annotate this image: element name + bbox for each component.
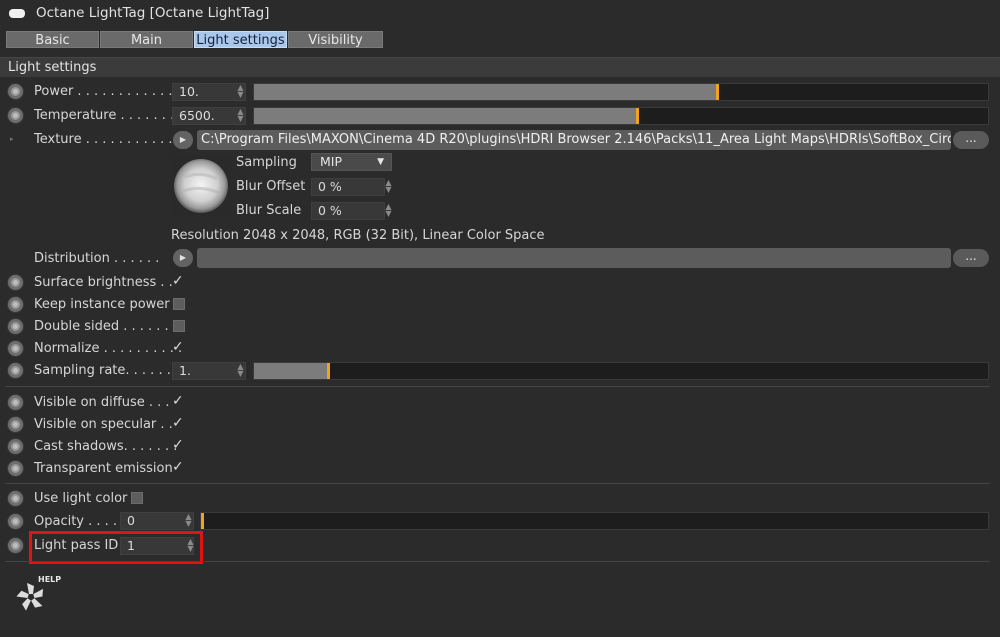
cast-shadows-label: Cast shadows. . . . . . . (34, 439, 178, 454)
texture-expand-icon[interactable]: ▸ (10, 135, 14, 143)
distribution-play-icon[interactable]: ▶ (173, 249, 193, 267)
sampling-dropdown[interactable]: MIP ▼ (311, 153, 392, 171)
power-slider-fill (254, 84, 716, 100)
texture-path-field[interactable]: C:\Program Files\MAXON\Cinema 4D R20\plu… (197, 130, 951, 150)
opacity-animate-toggle[interactable] (8, 514, 23, 529)
power-input[interactable]: 10. (172, 83, 246, 101)
temperature-slider[interactable] (253, 107, 989, 125)
sampling-rate-slider-fill (254, 363, 327, 379)
power-spinner-icon[interactable]: ▲ ▼ (236, 84, 245, 100)
light-tag-icon (9, 9, 25, 18)
use-light-color-checkbox[interactable] (131, 492, 143, 504)
opacity-input[interactable]: 0 (120, 512, 194, 530)
sampling-rate-value: 1. (179, 363, 191, 378)
sampling-rate-label: Sampling rate. . . . . . . (34, 363, 180, 378)
opacity-spinner-icon[interactable]: ▲ ▼ (184, 513, 193, 529)
distribution-browse-button[interactable]: ... (953, 249, 989, 267)
visible-on-specular-animate-toggle[interactable] (8, 417, 23, 432)
opacity-slider[interactable] (200, 512, 989, 530)
double-sided-checkbox[interactable] (173, 320, 185, 332)
blur-offset-value: 0 % (318, 179, 342, 194)
blur-scale-input[interactable]: 0 % (311, 202, 385, 220)
normalize-animate-toggle[interactable] (8, 341, 23, 356)
distribution-field[interactable] (197, 248, 951, 268)
transparent-emission-animate-toggle[interactable] (8, 461, 23, 476)
divider (5, 561, 990, 562)
surface-brightness-animate-toggle[interactable] (8, 275, 23, 290)
blur-offset-input[interactable]: 0 % (311, 178, 385, 196)
tab-light-settings[interactable]: Light settings (194, 31, 287, 48)
visible-on-diffuse-label: Visible on diffuse . . . (34, 395, 170, 410)
normalize-label: Normalize . . . . . . . . . . (34, 341, 183, 356)
tab-basic[interactable]: Basic (6, 31, 99, 48)
blur-scale-label: Blur Scale (236, 203, 302, 218)
keep-instance-power-label: Keep instance power (34, 297, 170, 312)
temperature-animate-toggle[interactable] (8, 108, 23, 123)
blur-offset-spinner-icon[interactable]: ▲ ▼ (384, 179, 393, 195)
use-light-color-label: Use light color (34, 491, 128, 506)
surface-brightness-label: Surface brightness . . (34, 275, 173, 290)
surface-brightness-checkbox[interactable]: ✓ (172, 273, 184, 289)
distribution-label: Distribution . . . . . . (34, 251, 160, 266)
chevron-down-icon: ▼ (377, 157, 384, 167)
keep-instance-power-checkbox[interactable] (173, 298, 185, 310)
octane-logo-icon[interactable] (14, 580, 48, 614)
visible-on-specular-checkbox[interactable]: ✓ (172, 415, 184, 431)
section-header (0, 57, 1000, 77)
sampling-rate-slider[interactable] (253, 362, 989, 380)
section-title: Light settings (8, 60, 97, 75)
blur-offset-label: Blur Offset (236, 179, 306, 194)
power-slider[interactable] (253, 83, 989, 101)
use-light-color-animate-toggle[interactable] (8, 491, 23, 506)
temperature-slider-marker[interactable] (636, 108, 639, 124)
visible-on-diffuse-animate-toggle[interactable] (8, 395, 23, 410)
temperature-label: Temperature . . . . . . . (34, 108, 175, 123)
highlight-annotation-box (29, 531, 203, 564)
opacity-label: Opacity . . . . (34, 514, 118, 529)
transparent-emission-label: Transparent emission (34, 461, 173, 476)
power-animate-toggle[interactable] (8, 84, 23, 99)
tab-visibility[interactable]: Visibility (288, 31, 383, 48)
temperature-spinner-icon[interactable]: ▲ ▼ (236, 108, 245, 124)
sampling-rate-animate-toggle[interactable] (8, 363, 23, 378)
sampling-rate-spinner-icon[interactable]: ▲ ▼ (236, 363, 245, 379)
temperature-slider-fill (254, 108, 636, 124)
power-label: Power . . . . . . . . . . . . (34, 84, 173, 99)
texture-preview-thumbnail (171, 155, 231, 215)
temperature-input[interactable]: 6500. (172, 107, 246, 125)
sampling-rate-input[interactable]: 1. (172, 362, 246, 380)
cast-shadows-checkbox[interactable]: ✓ (172, 437, 184, 453)
divider (5, 483, 990, 484)
normalize-checkbox[interactable]: ✓ (172, 339, 184, 355)
transparent-emission-checkbox[interactable]: ✓ (172, 459, 184, 475)
temperature-value: 6500. (179, 108, 215, 123)
double-sided-animate-toggle[interactable] (8, 319, 23, 334)
sampling-value: MIP (320, 154, 343, 169)
blur-scale-spinner-icon[interactable]: ▲ ▼ (384, 203, 393, 219)
sampling-label: Sampling (236, 155, 297, 170)
light-pass-id-animate-toggle[interactable] (8, 538, 23, 553)
power-value: 10. (179, 84, 199, 99)
texture-play-icon[interactable]: ▶ (173, 131, 193, 149)
window-title: Octane LightTag [Octane LightTag] (36, 5, 270, 21)
opacity-value: 0 (127, 513, 135, 528)
texture-browse-button[interactable]: ... (953, 131, 989, 149)
cast-shadows-animate-toggle[interactable] (8, 439, 23, 454)
blur-scale-value: 0 % (318, 203, 342, 218)
divider (5, 386, 990, 387)
visible-on-specular-label: Visible on specular . . (34, 417, 173, 432)
visible-on-diffuse-checkbox[interactable]: ✓ (172, 393, 184, 409)
help-label[interactable]: HELP (38, 575, 61, 584)
opacity-slider-marker[interactable] (201, 513, 204, 529)
texture-label: Texture . . . . . . . . . . . . (34, 132, 181, 147)
sampling-rate-slider-marker[interactable] (327, 363, 330, 379)
power-slider-marker[interactable] (716, 84, 719, 100)
tab-main[interactable]: Main (100, 31, 193, 48)
texture-resolution-info: Resolution 2048 x 2048, RGB (32 Bit), Li… (171, 228, 545, 243)
keep-instance-power-animate-toggle[interactable] (8, 297, 23, 312)
double-sided-label: Double sided . . . . . . . (34, 319, 177, 334)
